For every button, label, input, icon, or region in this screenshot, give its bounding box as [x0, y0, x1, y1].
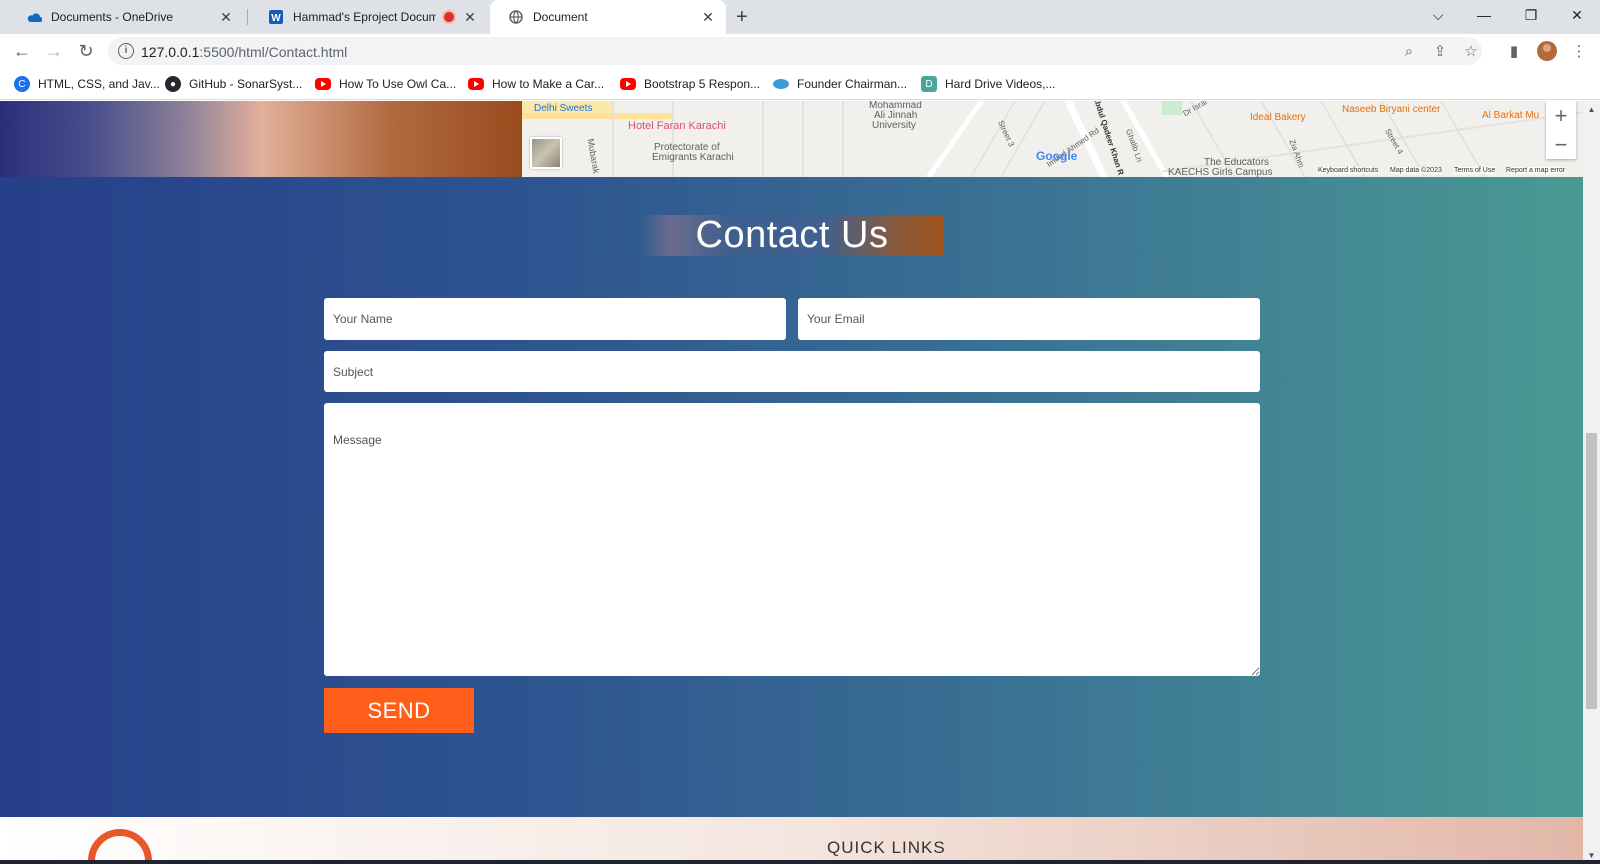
svg-text:W: W [271, 13, 281, 24]
url-path: :5500/html/Contact.html [199, 44, 348, 60]
embedded-map[interactable]: Delhi Sweets Hotel Faran Karachi Protect… [522, 101, 1583, 177]
recording-icon [442, 10, 456, 24]
satellite-toggle[interactable] [530, 137, 562, 169]
map-label: KAECHS Girls Campus [1168, 167, 1273, 177]
tab-search-icon[interactable]: ⌵ [1415, 0, 1461, 30]
map-label: Street 4 [1383, 127, 1405, 156]
google-logo: Google [1036, 149, 1078, 163]
url-host: 127.0.0.1 [141, 44, 200, 60]
map-footer-link[interactable]: Report a map error [1506, 167, 1566, 174]
bookmark-label: Bootstrap 5 Respon... [644, 77, 761, 91]
tab-title: Document [533, 10, 588, 24]
map-zoom-control: + − [1546, 101, 1576, 159]
youtube-icon [468, 78, 484, 90]
youtube-icon [315, 78, 331, 90]
minimize-icon[interactable]: — [1461, 0, 1507, 30]
subject-field[interactable] [324, 351, 1260, 392]
new-tab-button[interactable]: + [736, 6, 748, 29]
footer-logo [88, 829, 152, 864]
tab-title: Documents - OneDrive [51, 10, 174, 24]
scroll-up-icon[interactable]: ▲ [1583, 101, 1600, 118]
bookmark-star-icon[interactable]: ☆ [1462, 42, 1480, 60]
message-field[interactable] [324, 403, 1260, 676]
close-window-icon[interactable]: ✕ [1554, 0, 1600, 30]
contact-section: Contact Us SEND [0, 177, 1583, 817]
github-icon: ● [165, 76, 181, 92]
map-label: Emigrants Karachi [652, 152, 734, 163]
forward-arrow-icon[interactable]: → [44, 41, 64, 61]
scrollbar-thumb[interactable] [1586, 433, 1597, 709]
bookmark-label: HTML, CSS, and Jav... [38, 77, 160, 91]
menu-icon[interactable]: ⋮ [1570, 42, 1588, 60]
bookmark-founder[interactable]: Founder Chairman... [773, 76, 907, 92]
map-label: Naseeb Biryani center [1342, 104, 1441, 115]
tab-word-document[interactable]: W Hammad's Eproject Docume ✕ [250, 0, 488, 34]
tab-strip: Documents - OneDrive ✕ W Hammad's Eproje… [0, 0, 1600, 34]
page-title: Contact Us [640, 215, 944, 256]
youtube-icon [620, 78, 636, 90]
bookmark-hard-drive[interactable]: D Hard Drive Videos,... [921, 76, 1056, 92]
map-label: Hotel Faran Karachi [628, 120, 726, 132]
globe-icon [508, 9, 524, 25]
bookmark-label: Founder Chairman... [797, 77, 908, 91]
map-label: Dr Israr [1181, 101, 1210, 119]
footer-heading: QUICK LINKS [827, 838, 946, 857]
zoom-in-button[interactable]: + [1546, 101, 1576, 130]
bookmark-html-css[interactable]: C HTML, CSS, and Jav... [14, 76, 160, 92]
site-footer: QUICK LINKS [0, 817, 1583, 864]
close-tab-icon[interactable]: ✕ [700, 9, 716, 26]
onedrive-icon [26, 9, 42, 25]
bookmark-bootstrap[interactable]: Bootstrap 5 Respon... [620, 76, 760, 92]
d-icon: D [921, 76, 937, 92]
browser-toolbar: ← → ↻ i 127.0.0.1:5500/html/Contact.html… [0, 34, 1600, 68]
header-gradient-banner [0, 101, 522, 177]
bookmark-github[interactable]: ● GitHub - SonarSyst... [165, 76, 302, 92]
map-label: University [872, 120, 916, 131]
page-viewport: Delhi Sweets Hotel Faran Karachi Protect… [0, 101, 1583, 864]
tab-separator [247, 9, 248, 25]
tab-title: Hammad's Eproject Docume [293, 10, 436, 24]
bookmark-label: How to Make a Car... [492, 77, 605, 91]
avatar[interactable] [1537, 41, 1557, 61]
map-footer-link[interactable]: Keyboard shortcuts [1318, 167, 1379, 174]
site-info-icon[interactable]: i [118, 43, 134, 59]
c-icon: C [14, 76, 30, 92]
bookmark-label: Hard Drive Videos,... [945, 77, 1056, 91]
zoom-out-button[interactable]: − [1546, 130, 1576, 159]
bookmark-make-car[interactable]: How to Make a Car... [468, 76, 604, 92]
bookmark-label: GitHub - SonarSyst... [189, 77, 303, 91]
taskbar-edge [0, 860, 1600, 864]
bookmark-owl-carousel[interactable]: How To Use Owl Ca... [315, 76, 456, 92]
back-arrow-icon[interactable]: ← [12, 41, 32, 61]
url-text[interactable]: 127.0.0.1:5500/html/Contact.html [141, 44, 347, 60]
close-tab-icon[interactable]: ✕ [462, 9, 478, 26]
map-footer-text: Map data ©2023 [1390, 167, 1442, 174]
tab-onedrive[interactable]: Documents - OneDrive ✕ [8, 0, 244, 34]
share-icon[interactable]: ⇪ [1431, 42, 1449, 60]
word-icon: W [268, 9, 284, 25]
name-field[interactable] [324, 298, 786, 340]
address-bar[interactable]: i 127.0.0.1:5500/html/Contact.html ⌕ ⇪ ☆ [108, 37, 1482, 65]
map-label: Al Barkat Mu [1482, 110, 1540, 121]
map-footer-link[interactable]: Terms of Use [1454, 167, 1496, 174]
close-tab-icon[interactable]: ✕ [218, 9, 234, 26]
bookmark-label: How To Use Owl Ca... [339, 77, 457, 91]
cloud-icon [773, 79, 789, 89]
restore-icon[interactable]: ❐ [1508, 0, 1554, 30]
bookmarks-bar: C HTML, CSS, and Jav... ● GitHub - Sonar… [0, 68, 1600, 100]
side-panel-icon[interactable]: ▮ [1505, 42, 1523, 60]
map-label: Ideal Bakery [1250, 112, 1306, 123]
map-label: Mubarak [585, 137, 602, 175]
email-field[interactable] [798, 298, 1260, 340]
reload-icon[interactable]: ↻ [76, 41, 96, 61]
tab-document[interactable]: Document ✕ [490, 0, 726, 34]
map-label: Street 3 [996, 118, 1017, 149]
map-label: Delhi Sweets [534, 103, 593, 114]
page-scrollbar[interactable]: ▲ ▼ [1583, 101, 1600, 864]
send-button[interactable]: SEND [324, 688, 474, 733]
zoom-icon[interactable]: ⌕ [1400, 42, 1418, 60]
